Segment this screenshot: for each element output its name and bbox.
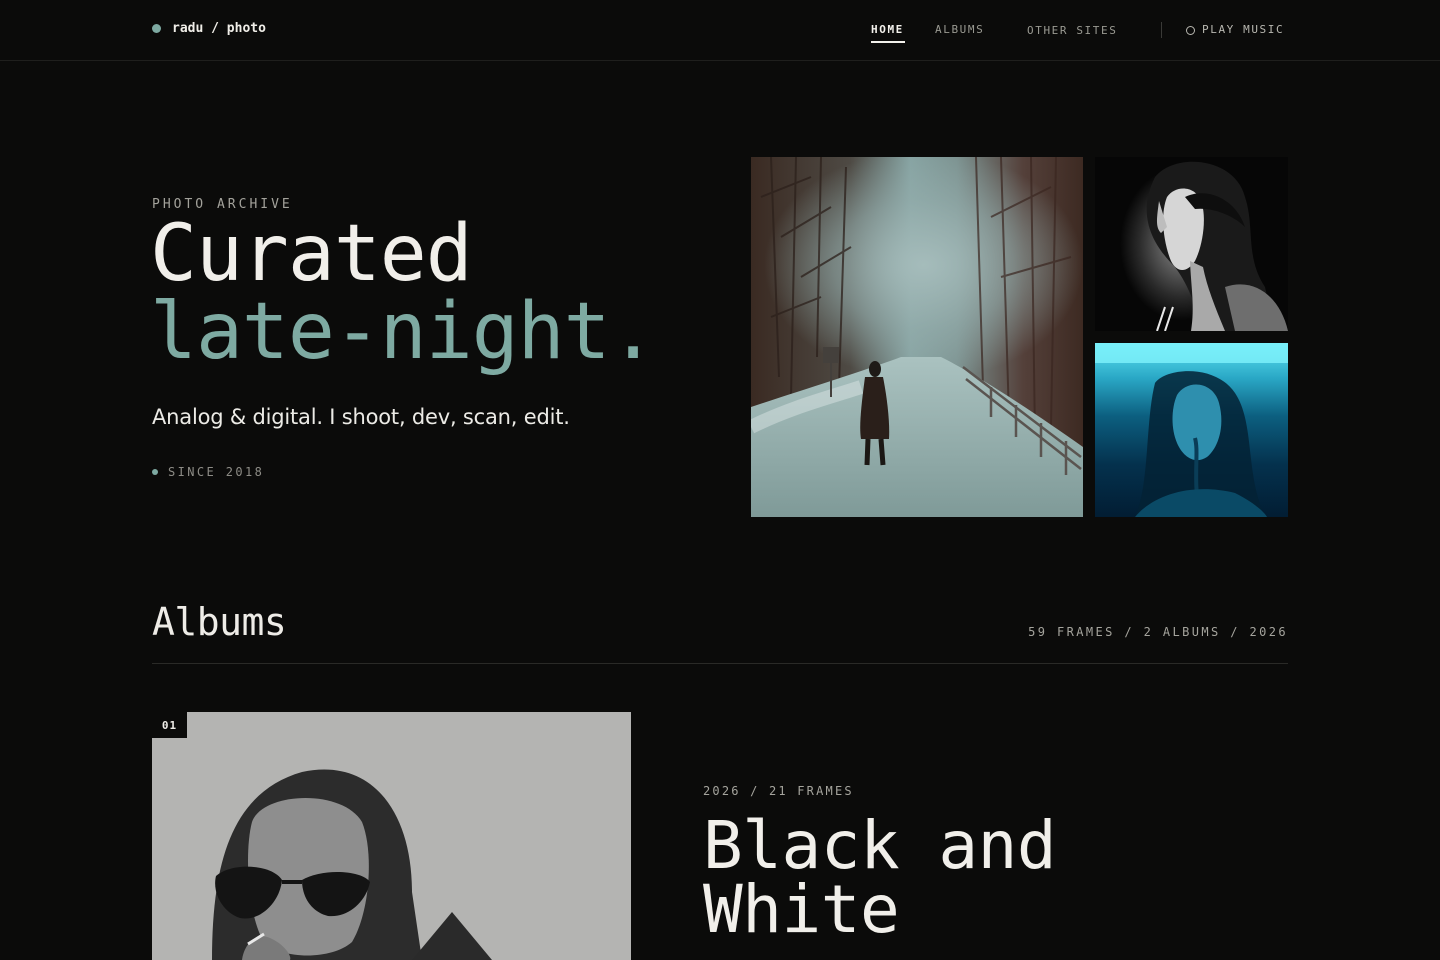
nav-link-other-sites[interactable]: OTHER SITES [1027,24,1117,37]
top-nav: radu / photo HOME ALBUMS OTHER SITES PLA… [0,0,1440,61]
play-music-button[interactable]: PLAY MUSIC [1202,23,1284,36]
nav-link-home[interactable]: HOME [871,23,904,36]
album-meta: 2026 / 21 FRAMES [703,784,854,798]
albums-divider [152,663,1288,664]
hero-photo-bw-portrait[interactable] [1095,157,1288,331]
brand-label: radu / photo [172,21,266,36]
since-label: SINCE 2018 [152,465,264,479]
brand-link[interactable]: radu / photo [152,21,266,36]
since-dot-icon [152,469,158,475]
hero-title-line1: Curated [150,209,473,299]
play-music-icon[interactable] [1186,26,1195,35]
album-cover-black-and-white[interactable] [152,712,631,960]
snowy-forest-illustration [751,157,1083,517]
nav-divider [1161,22,1162,38]
albums-stats: 59 FRAMES / 2 ALBUMS / 2026 [1028,625,1288,639]
hero-photo-cyan-portrait[interactable] [1095,343,1288,517]
nav-active-underline [871,41,905,43]
since-text: SINCE 2018 [168,465,265,479]
bw-portrait-illustration [1146,161,1288,331]
hero-photo-snowy-forest[interactable] [751,157,1083,517]
nav-link-albums[interactable]: ALBUMS [935,23,984,36]
album-title-link[interactable]: Black and White [703,813,1263,943]
brand-dot-icon [152,24,161,33]
hero-tagline: Analog & digital. I shoot, dev, scan, ed… [152,405,570,429]
album-cover-illustration [152,712,631,960]
albums-heading: Albums [152,600,287,644]
hero-title-line2: late-night. [150,287,657,377]
album-index-badge: 01 [152,712,187,738]
cyan-portrait-illustration [1095,343,1288,517]
